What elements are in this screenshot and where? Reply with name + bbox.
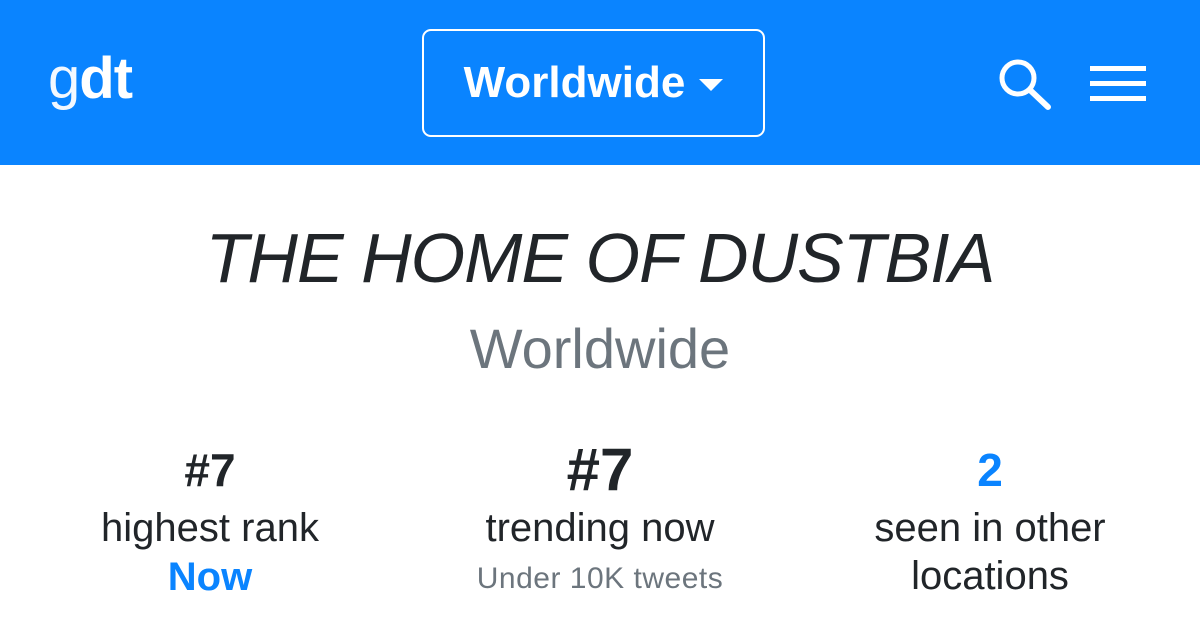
other-locations-label-line2: locations [911,554,1069,598]
hamburger-menu-button[interactable] [1090,62,1148,104]
highest-rank-label: highest rank [101,506,319,550]
stat-trending-now: #7 trending now Under 10K tweets [400,440,800,606]
tweet-volume-note: Under 10K tweets [476,562,724,595]
trend-location: Worldwide [469,317,731,380]
trending-now-label: trending now [485,506,715,550]
stat-highest-rank: #7 highest rank Now [10,440,410,602]
highest-rank-value: #7 [184,444,236,496]
highest-rank-time: Now [167,555,253,599]
search-icon [999,59,1051,110]
other-locations-label-line1: seen in other [874,506,1106,550]
brand-logo[interactable]: gdt [48,44,133,114]
brand-logo-light: g [48,46,80,111]
other-locations-count[interactable]: 2 [790,440,1190,504]
stat-other-locations[interactable]: 2 seen in other locations [790,440,1190,600]
hamburger-menu-icon-bar [1090,96,1146,101]
top-navbar: gdt Worldwide [0,0,1200,165]
brand-logo-bold: dt [79,46,133,111]
chevron-down-icon [699,79,724,91]
location-dropdown-label: Worldwide [463,58,686,107]
location-dropdown-button[interactable]: Worldwide [422,29,765,137]
trending-now-value: #7 [566,436,634,503]
search-button[interactable] [996,56,1056,112]
hamburger-menu-icon [1090,66,1146,71]
trend-title: THE HOME OF DUSTBIA [205,219,996,297]
hamburger-menu-icon-bar [1090,81,1146,86]
